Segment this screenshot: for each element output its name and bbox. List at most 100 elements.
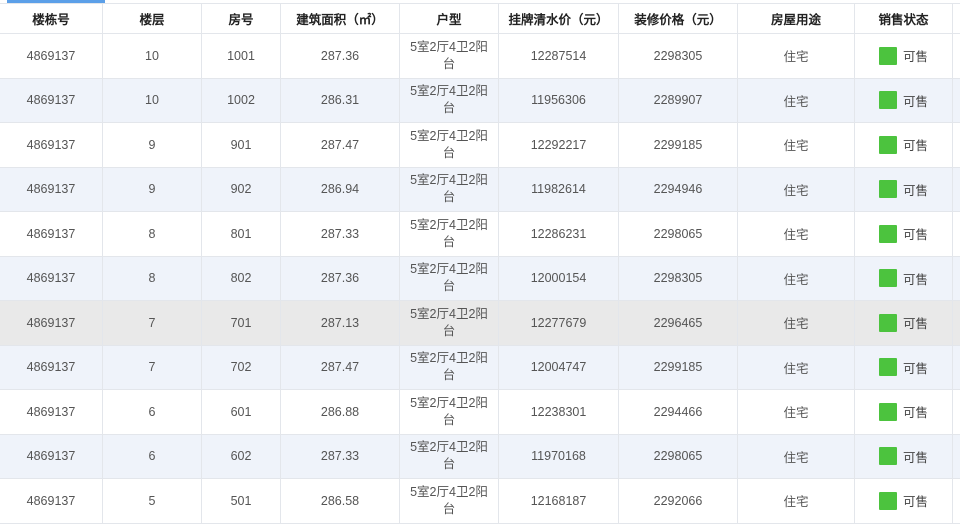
- table-row[interactable]: 4869137 10 1002 286.31 5室2厅4卫2阳台 11956306 2289…: [0, 78, 960, 123]
- header-building-area: 建筑面积（㎡）: [281, 4, 400, 33]
- building-area-cell: 287.47: [281, 345, 400, 389]
- cell-text: 12004747: [530, 360, 587, 375]
- cell-text: 4869137: [26, 271, 76, 286]
- layout-cell: 5室2厅4卫2阳台: [400, 34, 499, 78]
- cell-text: 12238301: [530, 404, 587, 419]
- status-square-icon: [878, 402, 897, 421]
- status-square-icon: [878, 180, 897, 199]
- table-header-row: 楼栋号 楼层 房号 建筑面积（㎡） 户型 挂牌清水价（元） 装修价格（元） 房屋…: [0, 3, 960, 34]
- usage-cell: 住宅: [738, 479, 855, 523]
- cell-text: 4869137: [26, 315, 76, 330]
- cell-text: 住宅: [783, 317, 809, 332]
- usage-cell: 住宅: [738, 434, 855, 478]
- list-price-cell: 12286231: [499, 212, 619, 256]
- building-area-cell: 286.94: [281, 167, 400, 211]
- table-row[interactable]: 4869137 8 802 287.36 5室2厅4卫2阳台 12000154 229830…: [0, 256, 960, 301]
- decoration-price-cell: 2294466: [619, 390, 738, 434]
- status-square-icon: [878, 313, 897, 332]
- status-square-icon: [878, 135, 897, 154]
- overflow-cell: [953, 34, 960, 78]
- building-number-cell: 4869137: [0, 345, 103, 389]
- header-room-number: 房号: [202, 4, 281, 33]
- list-price-cell: 11982614: [499, 167, 619, 211]
- cell-text: 9: [148, 137, 156, 152]
- cell-text: 5室2厅4卫2阳台: [410, 351, 488, 383]
- layout-cell: 5室2厅4卫2阳台: [400, 301, 499, 345]
- floor-cell: 9: [103, 167, 202, 211]
- status-square-icon: [878, 491, 897, 510]
- table-row[interactable]: 4869137 9 901 287.47 5室2厅4卫2阳台 12292217 229918…: [0, 123, 960, 168]
- cell-text: 5: [148, 493, 156, 508]
- room-number-cell: 902: [202, 167, 281, 211]
- table-row[interactable]: 4869137 10 1001 287.36 5室2厅4卫2阳台 12287514 2298…: [0, 34, 960, 79]
- list-price-cell: 12168187: [499, 479, 619, 523]
- overflow-cell: [953, 346, 960, 390]
- sale-status-cell: 可售: [855, 34, 953, 78]
- cell-text: 12277679: [530, 315, 587, 330]
- table-row[interactable]: 4869137 7 701 287.13 5室2厅4卫2阳台 12277679 229646…: [0, 301, 960, 346]
- cell-text: 2298065: [653, 226, 703, 241]
- table-row[interactable]: 4869137 5 501 286.58 5室2厅4卫2阳台 12168187 229206…: [0, 479, 960, 524]
- list-price-cell: 11970168: [499, 434, 619, 478]
- cell-text: 2298305: [653, 271, 703, 286]
- cell-text: 可售: [902, 50, 928, 65]
- building-number-cell: 4869137: [0, 123, 103, 167]
- decoration-price-cell: 2294946: [619, 167, 738, 211]
- header-usage: 房屋用途: [738, 4, 855, 33]
- cell-text: 住宅: [783, 406, 809, 421]
- floor-cell: 5: [103, 479, 202, 523]
- header-decoration-price: 装修价格（元）: [619, 4, 738, 33]
- building-area-cell: 286.88: [281, 390, 400, 434]
- overflow-cell: [953, 212, 960, 256]
- decoration-price-cell: 2296465: [619, 301, 738, 345]
- usage-cell: 住宅: [738, 167, 855, 211]
- status-square-icon: [878, 358, 897, 377]
- cell-text: 801: [230, 226, 252, 241]
- cell-text: 可售: [902, 183, 928, 198]
- building-area-cell: 287.47: [281, 123, 400, 167]
- cell-text: 702: [230, 360, 252, 375]
- room-number-cell: 701: [202, 301, 281, 345]
- list-price-cell: 12277679: [499, 301, 619, 345]
- cell-text: 11970168: [531, 449, 586, 464]
- cell-text: 可售: [902, 139, 928, 154]
- cell-text: 287.47: [320, 137, 360, 152]
- cell-text: 286.58: [320, 493, 360, 508]
- cell-text: 701: [230, 315, 252, 330]
- decoration-price-cell: 2299185: [619, 345, 738, 389]
- table-row[interactable]: 4869137 9 902 286.94 5室2厅4卫2阳台 11982614 229494…: [0, 167, 960, 212]
- usage-cell: 住宅: [738, 212, 855, 256]
- layout-cell: 5室2厅4卫2阳台: [400, 167, 499, 211]
- cell-text: 可售: [902, 272, 928, 287]
- cell-text: 可售: [902, 94, 928, 109]
- cell-text: 2298065: [653, 449, 703, 464]
- table-row[interactable]: 4869137 8 801 287.33 5室2厅4卫2阳台 12286231 229806…: [0, 212, 960, 257]
- usage-cell: 住宅: [738, 256, 855, 300]
- cell-text: 287.33: [320, 226, 360, 241]
- header-sale-status: 销售状态: [855, 4, 953, 33]
- cell-text: 2296465: [653, 315, 703, 330]
- cell-text: 501: [230, 493, 252, 508]
- layout-cell: 5室2厅4卫2阳台: [400, 345, 499, 389]
- house-listing-table: 楼栋号 楼层 房号 建筑面积（㎡） 户型 挂牌清水价（元） 装修价格（元） 房屋…: [0, 3, 960, 524]
- table-row[interactable]: 4869137 7 702 287.47 5室2厅4卫2阳台 12004747 229918…: [0, 345, 960, 390]
- decoration-price-cell: 2298065: [619, 212, 738, 256]
- cell-text: 住宅: [783, 495, 809, 510]
- table-row[interactable]: 4869137 6 602 287.33 5室2厅4卫2阳台 11970168 229806…: [0, 434, 960, 479]
- cell-text: 287.13: [320, 315, 360, 330]
- cell-text: 1001: [227, 48, 255, 63]
- room-number-cell: 801: [202, 212, 281, 256]
- header-building-number: 楼栋号: [0, 4, 103, 33]
- decoration-price-cell: 2298305: [619, 34, 738, 78]
- cell-text: 286.94: [320, 182, 360, 197]
- cell-text: 9: [148, 182, 156, 197]
- cell-text: 2298305: [653, 48, 703, 63]
- cell-text: 602: [230, 449, 252, 464]
- usage-cell: 住宅: [738, 34, 855, 78]
- building-area-cell: 287.33: [281, 212, 400, 256]
- table-row[interactable]: 4869137 6 601 286.88 5室2厅4卫2阳台 12238301 229446…: [0, 390, 960, 435]
- floor-cell: 9: [103, 123, 202, 167]
- building-number-cell: 4869137: [0, 34, 103, 78]
- cell-text: 住宅: [783, 183, 809, 198]
- cell-text: 2294946: [653, 182, 703, 197]
